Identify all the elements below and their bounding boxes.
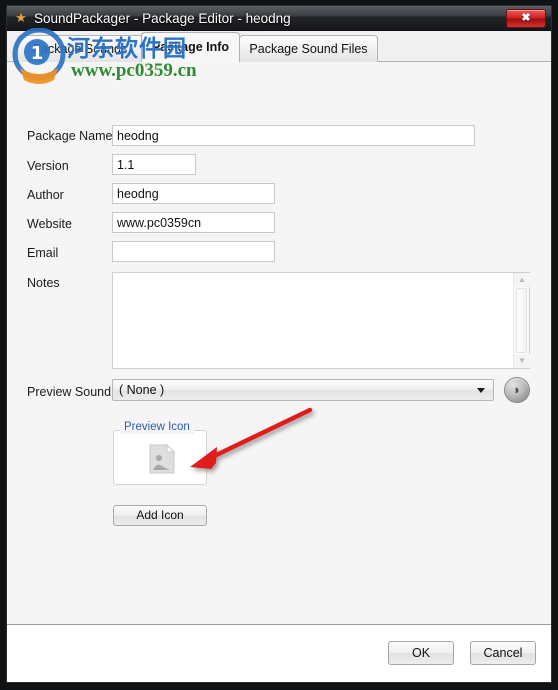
website-label: Website: [27, 217, 72, 231]
package-name-input[interactable]: [112, 125, 475, 146]
play-preview-sound-button[interactable]: ◗: [504, 377, 530, 403]
email-label: Email: [27, 246, 59, 260]
dialog-footer: OK Cancel: [7, 624, 551, 682]
author-input[interactable]: [112, 183, 275, 204]
email-input[interactable]: [112, 241, 275, 262]
preview-icon-legend: Preview Icon: [120, 420, 194, 434]
version-label: Version: [27, 159, 69, 173]
tab-strip: Package Sounds Package Sound Files Packa…: [7, 31, 551, 62]
window-client-area: ★ SoundPackager - Package Editor - heodn…: [6, 5, 552, 683]
notes-label: Notes: [27, 276, 60, 290]
website-input[interactable]: [112, 212, 275, 233]
preview-icon-groupbox: [113, 430, 207, 485]
notes-textarea[interactable]: [113, 273, 513, 368]
chevron-down-icon: [477, 388, 485, 393]
scrollbar-thumb[interactable]: [516, 288, 527, 353]
close-button[interactable]: ✖: [506, 9, 546, 28]
package-info-panel: Package Name Version Author Website Emai…: [7, 62, 551, 624]
window-title: SoundPackager - Package Editor - heodng: [34, 11, 291, 26]
image-placeholder-icon: [149, 444, 175, 474]
speaker-icon: ◗: [513, 382, 521, 397]
notes-field-container: ▲ ▼: [112, 272, 530, 369]
scroll-up-icon[interactable]: ▲: [514, 273, 530, 287]
application-window: ★ SoundPackager - Package Editor - heodn…: [0, 0, 558, 690]
author-label: Author: [27, 188, 64, 202]
title-bar[interactable]: ★ SoundPackager - Package Editor - heodn…: [7, 6, 551, 31]
ok-button[interactable]: OK: [388, 641, 454, 665]
tab-package-info[interactable]: Package Info: [141, 32, 240, 62]
preview-sound-dropdown[interactable]: ( None ): [112, 379, 494, 401]
active-tab-underline-mask: [142, 61, 239, 62]
preview-sound-selected-value: ( None ): [119, 383, 165, 397]
tab-package-sounds[interactable]: Package Sounds: [17, 35, 143, 62]
cancel-button[interactable]: Cancel: [470, 641, 536, 665]
application-icon: ★: [15, 10, 27, 25]
preview-sound-label: Preview Sound: [27, 385, 112, 399]
version-input[interactable]: [112, 154, 196, 175]
package-name-label: Package Name: [27, 129, 113, 143]
tab-package-sound-files[interactable]: Package Sound Files: [239, 35, 378, 62]
scroll-down-icon[interactable]: ▼: [514, 354, 530, 368]
add-icon-button[interactable]: Add Icon: [113, 505, 207, 526]
notes-scrollbar[interactable]: ▲ ▼: [513, 273, 530, 368]
